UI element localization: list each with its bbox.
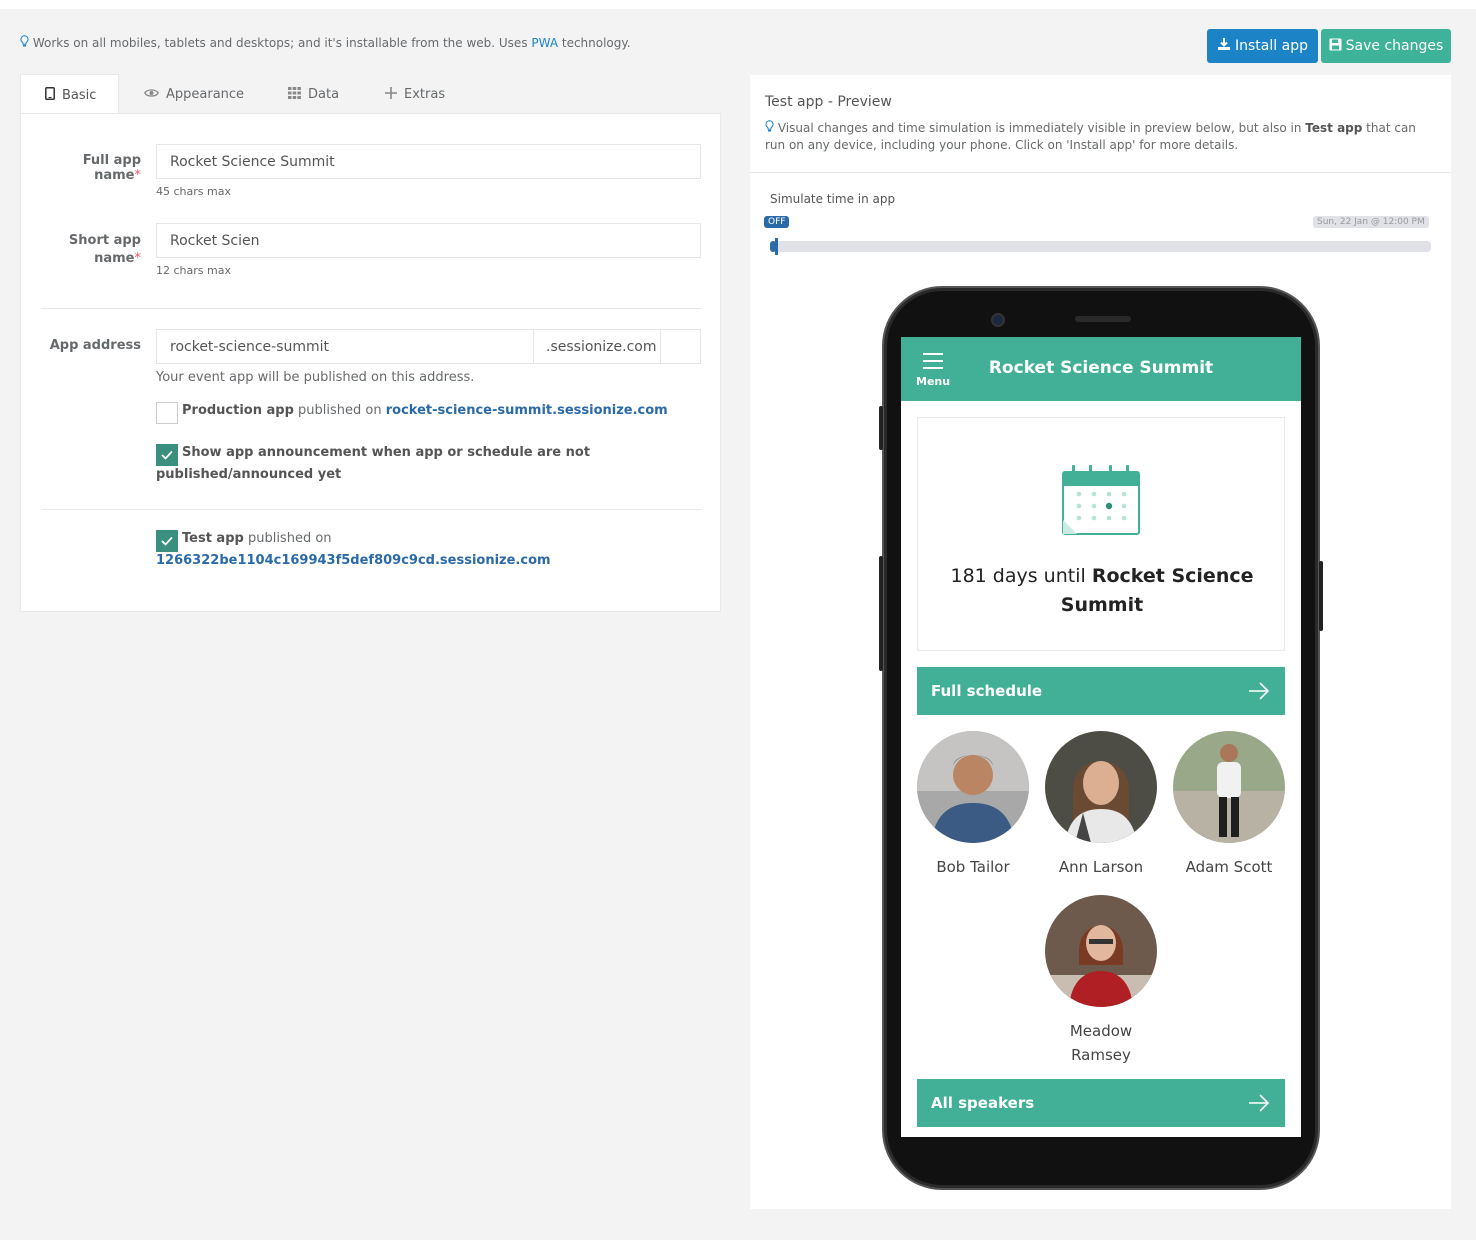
simulate-time-label: Simulate time in app <box>770 192 896 206</box>
lightbulb-icon <box>20 35 33 50</box>
address-addon <box>660 329 701 364</box>
tab-extras-label: Extras <box>404 86 446 102</box>
test-app-link[interactable]: 1266322be1104c169943f5def809c9cd.session… <box>156 553 551 568</box>
preview-panel: Test app - Preview Visual changes and ti… <box>750 75 1451 1209</box>
full-name-hint: 45 chars max <box>156 185 231 198</box>
camera <box>991 313 1005 327</box>
speaker-card[interactable]: Ann Larson <box>1041 731 1161 879</box>
avatar <box>1045 731 1157 843</box>
tab-appearance-label: Appearance <box>166 86 245 102</box>
app-screen: Menu Rocket Science Summit 181 days unti… <box>901 337 1301 1137</box>
phone-button <box>879 406 883 450</box>
full-name-input[interactable]: Rocket Science Summit <box>156 144 701 179</box>
calendar-icon <box>1062 464 1140 540</box>
time-slider[interactable] <box>770 238 1431 255</box>
short-name-label: Short app name* <box>68 233 141 266</box>
top-strip <box>0 0 1476 9</box>
divider <box>41 509 701 510</box>
app-address-hint: Your event app will be published on this… <box>156 370 475 385</box>
production-app-link[interactable]: rocket-science-summit.sessionize.com <box>386 403 668 418</box>
arrow-right-icon <box>1249 1094 1270 1112</box>
test-app-text: Test app published on <box>182 531 332 546</box>
tablet-icon <box>45 87 55 103</box>
all-speakers-button[interactable]: All speakers <box>917 1079 1285 1127</box>
tab-basic[interactable]: Basic <box>20 74 120 115</box>
avatar <box>1045 895 1157 1007</box>
install-app-label: Install app <box>1235 38 1308 54</box>
app-header: Menu Rocket Science Summit <box>901 337 1301 401</box>
check-icon <box>161 450 173 460</box>
tab-data[interactable]: Data <box>288 74 339 114</box>
phone-mockup: Menu Rocket Science Summit 181 days unti… <box>879 288 1323 1188</box>
test-app-link-row: 1266322be1104c169943f5def809c9cd.session… <box>156 550 551 572</box>
full-name-label: Full app name* <box>82 153 141 183</box>
full-schedule-label: Full schedule <box>931 682 1043 700</box>
short-name-hint: 12 chars max <box>156 264 231 277</box>
pwa-info-text: Works on all mobiles, tablets and deskto… <box>32 36 532 50</box>
tab-data-label: Data <box>308 86 340 102</box>
speaker-name: Bob Tailor <box>936 858 1010 876</box>
eye-icon <box>144 87 159 101</box>
speaker-card[interactable]: Adam Scott <box>1169 731 1289 879</box>
plus-icon <box>385 86 397 102</box>
basic-settings-panel: Full app name* Rocket Science Summit 45 … <box>20 113 721 612</box>
save-changes-button[interactable]: Save changes <box>1321 29 1451 63</box>
phone-button <box>879 556 883 671</box>
tab-basic-label: Basic <box>62 87 97 103</box>
speaker-card[interactable]: Bob Tailor <box>913 731 1033 879</box>
announcement-checkbox[interactable] <box>156 444 178 466</box>
countdown-text: 181 days until Rocket Science Summit <box>950 565 1254 616</box>
all-speakers-label: All speakers <box>931 1094 1035 1112</box>
app-title: Rocket Science Summit <box>988 358 1214 378</box>
speaker-name: Meadow Ramsey <box>1069 1022 1133 1064</box>
grid-icon <box>288 86 301 102</box>
slider-handle[interactable] <box>775 238 778 255</box>
tab-extras[interactable]: Extras <box>385 74 445 114</box>
install-app-button[interactable]: Install app <box>1207 29 1318 63</box>
phone-button <box>1319 561 1323 631</box>
slider-state-badge: OFF <box>764 216 790 228</box>
slider-date-badge: Sun, 22 Jan @ 12:00 PM <box>1313 216 1429 228</box>
full-schedule-button[interactable]: Full schedule <box>917 667 1285 715</box>
short-name-input[interactable]: Rocket Scien <box>156 223 701 258</box>
speaker-name: Ann Larson <box>1058 858 1144 876</box>
pwa-link[interactable]: PWA <box>531 36 558 50</box>
preview-title: Test app - Preview <box>765 94 892 110</box>
app-address-label: App address <box>49 338 141 353</box>
divider <box>41 308 701 309</box>
lightbulb-icon <box>765 120 774 132</box>
avatar <box>1173 731 1285 843</box>
pwa-info-text-end: technology. <box>558 36 631 50</box>
speaker-card[interactable]: Meadow Ramsey <box>1041 895 1161 1067</box>
download-icon <box>1217 37 1231 55</box>
announcement-text-line1: Show app announcement when app or schedu… <box>182 445 591 460</box>
settings-tabs: Basic Appearance Data Extras <box>20 74 720 115</box>
announcement-text-line2: published/announced yet <box>156 467 342 482</box>
speaker-name: Adam Scott <box>1185 858 1273 876</box>
floppy-icon <box>1329 38 1342 55</box>
production-app-checkbox[interactable] <box>156 402 178 424</box>
tab-appearance[interactable]: Appearance <box>144 74 244 114</box>
check-icon <box>161 536 173 546</box>
divider <box>750 172 1451 173</box>
countdown-card: 181 days until Rocket Science Summit <box>917 417 1285 651</box>
avatar <box>917 731 1029 843</box>
save-changes-label: Save changes <box>1345 38 1444 54</box>
phone-speaker <box>1075 316 1131 322</box>
pwa-info: Works on all mobiles, tablets and deskto… <box>20 35 631 50</box>
production-app-text: Production app published on rocket-scien… <box>182 403 668 418</box>
arrow-right-icon <box>1249 682 1270 700</box>
test-app-checkbox[interactable] <box>156 530 178 552</box>
domain-suffix: .sessionize.com <box>533 329 661 364</box>
app-address-input[interactable]: rocket-science-summit <box>156 329 534 364</box>
preview-description: Visual changes and time simulation is im… <box>765 120 1416 152</box>
